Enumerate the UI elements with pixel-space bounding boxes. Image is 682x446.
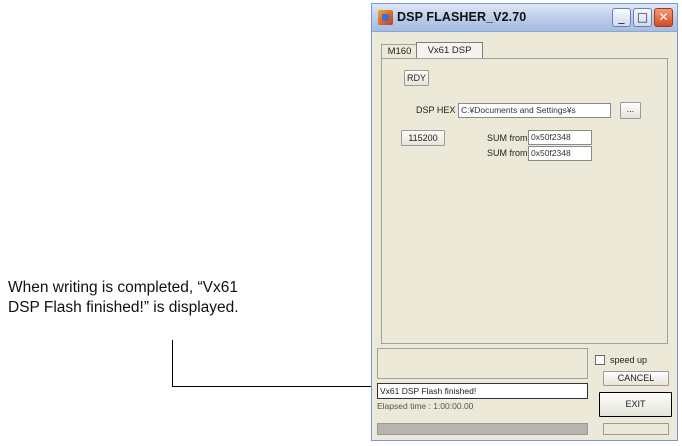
exit-button[interactable]: EXIT (599, 392, 672, 417)
maximize-button[interactable]: □ (633, 8, 652, 27)
dsp-flasher-window: DSP FLASHER_V2.70 _ □ ✕ M160 Vx61 DSP RD… (371, 3, 678, 441)
elapsed-time-text: Elapsed time : 1:00:00.00 (377, 402, 474, 411)
speed-up-label: speed up (610, 355, 648, 365)
progress-bar-fill (378, 424, 587, 434)
annotation-line-1: When writing is completed, “Vx61 (8, 279, 239, 296)
tab-m160[interactable]: M160 (381, 44, 417, 59)
status-panel (377, 348, 588, 379)
close-button[interactable]: ✕ (654, 8, 673, 27)
browse-button[interactable]: ... (620, 102, 641, 119)
annotation-text: When writing is completed, “Vx61 DSP Fla… (8, 278, 358, 318)
dsp-hex-label: DSP HEX (416, 105, 456, 115)
status-message: Vx61 DSP Flash finished! (377, 383, 588, 399)
minimize-button[interactable]: _ (612, 8, 631, 27)
cancel-button[interactable]: CANCEL (603, 371, 669, 386)
tab-vx61-dsp[interactable]: Vx61 DSP (416, 42, 483, 59)
dsp-hex-path-field[interactable]: C:¥Documents and Settings¥s (458, 103, 611, 118)
tab-panel-vx61-dsp: RDY DSP HEX C:¥Documents and Settings¥s … (381, 58, 668, 344)
window-title: DSP FLASHER_V2.70 (397, 10, 527, 24)
baud-rate-button[interactable]: 115200 (401, 130, 445, 146)
sum-from-field-2[interactable]: 0x50f2348 (528, 146, 592, 161)
rdy-button[interactable]: RDY (404, 70, 429, 86)
app-icon (378, 10, 393, 25)
leader-line-horizontal (172, 386, 376, 387)
progress-bar (377, 423, 588, 435)
sum-from-field-1[interactable]: 0x50f2348 (528, 130, 592, 145)
status-field-small (603, 423, 669, 435)
annotation-line-2: DSP Flash finished!” is displayed. (8, 299, 239, 316)
title-bar[interactable]: DSP FLASHER_V2.70 _ □ ✕ (372, 4, 677, 32)
sum-from-label-1: SUM from (487, 133, 528, 143)
sum-from-label-2: SUM from (487, 148, 528, 158)
leader-line-vertical (172, 340, 173, 386)
speed-up-checkbox[interactable] (595, 355, 605, 365)
